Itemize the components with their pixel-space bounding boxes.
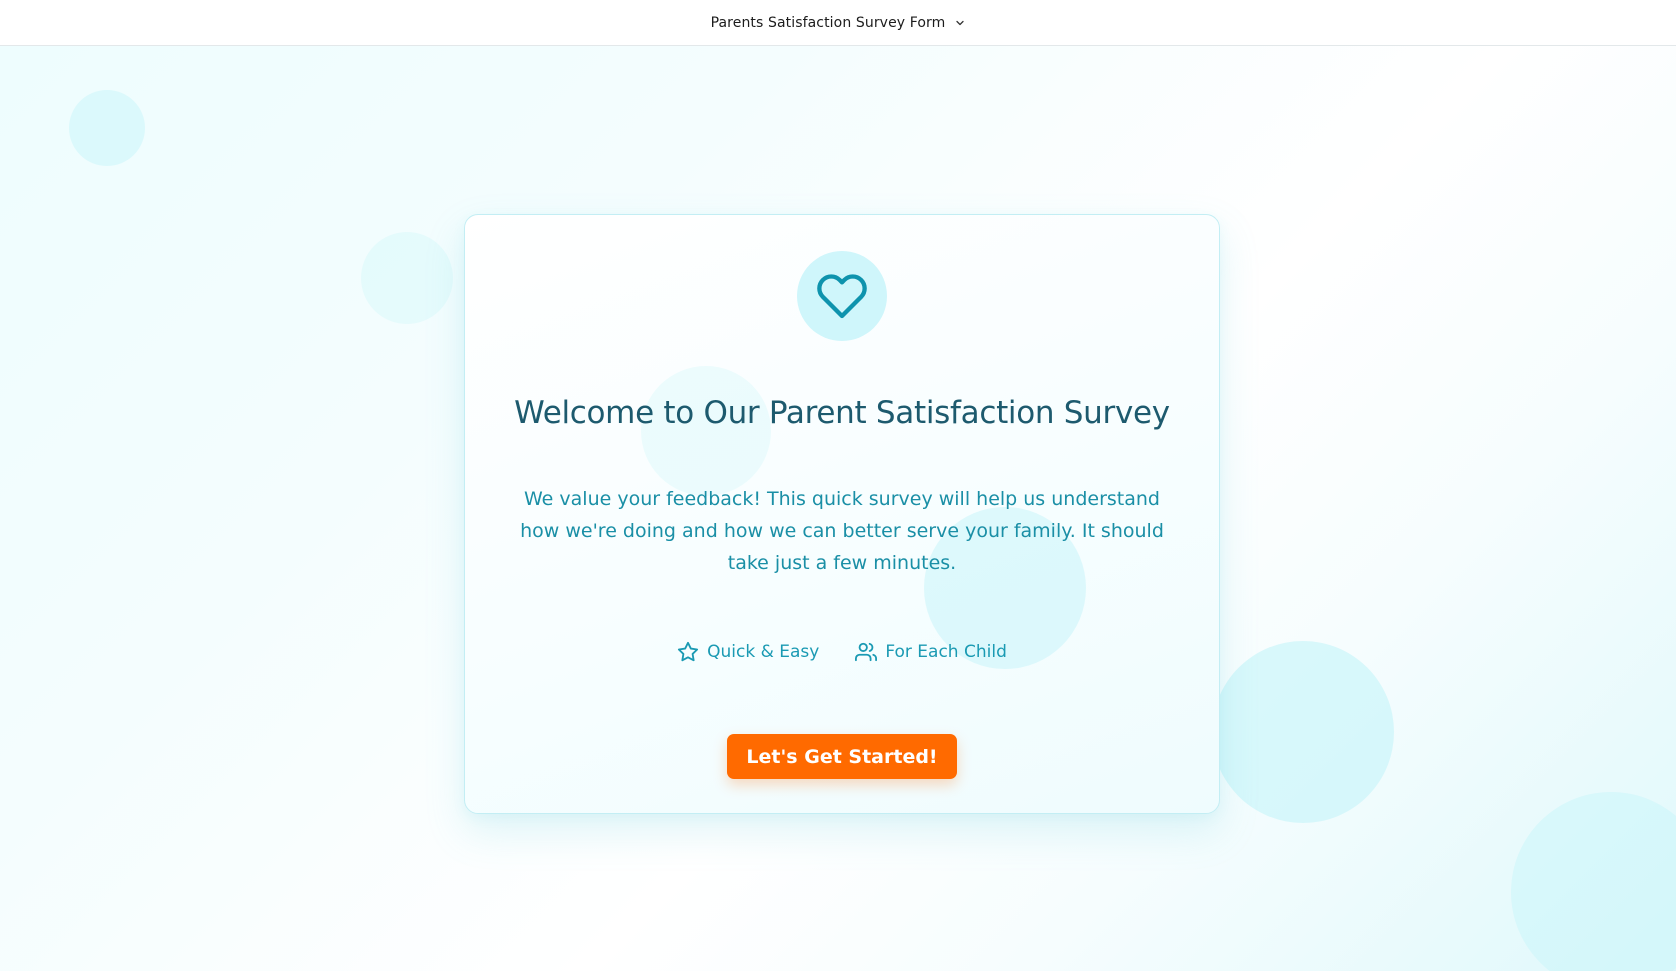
decorative-bubble <box>1212 641 1394 823</box>
feature-for-each-child: For Each Child <box>855 641 1007 663</box>
feature-label: For Each Child <box>885 642 1007 662</box>
heart-icon-badge <box>797 251 887 341</box>
heart-icon <box>817 274 867 319</box>
form-switcher[interactable]: Parents Satisfaction Survey Form <box>711 15 966 31</box>
feature-list: Quick & Easy For Each Child <box>465 641 1219 663</box>
survey-background: Welcome to Our Parent Satisfaction Surve… <box>0 46 1676 971</box>
chevron-down-icon <box>955 18 965 28</box>
welcome-description: We value your feedback! This quick surve… <box>520 488 1164 574</box>
decorative-bubble <box>69 90 145 166</box>
feature-label: Quick & Easy <box>707 642 820 662</box>
decorative-bubble <box>1511 792 1676 971</box>
welcome-title: Welcome to Our Parent Satisfaction Surve… <box>514 395 1170 431</box>
decorative-bubble <box>361 232 453 324</box>
star-icon <box>678 641 699 662</box>
welcome-card: Welcome to Our Parent Satisfaction Surve… <box>464 214 1220 814</box>
decorative-bubble <box>641 366 771 496</box>
users-icon <box>855 642 878 662</box>
top-bar: Parents Satisfaction Survey Form <box>0 0 1676 46</box>
form-title: Parents Satisfaction Survey Form <box>710 14 946 31</box>
get-started-button[interactable]: Let's Get Started! <box>727 734 957 779</box>
feature-quick-easy: Quick & Easy <box>677 641 819 663</box>
